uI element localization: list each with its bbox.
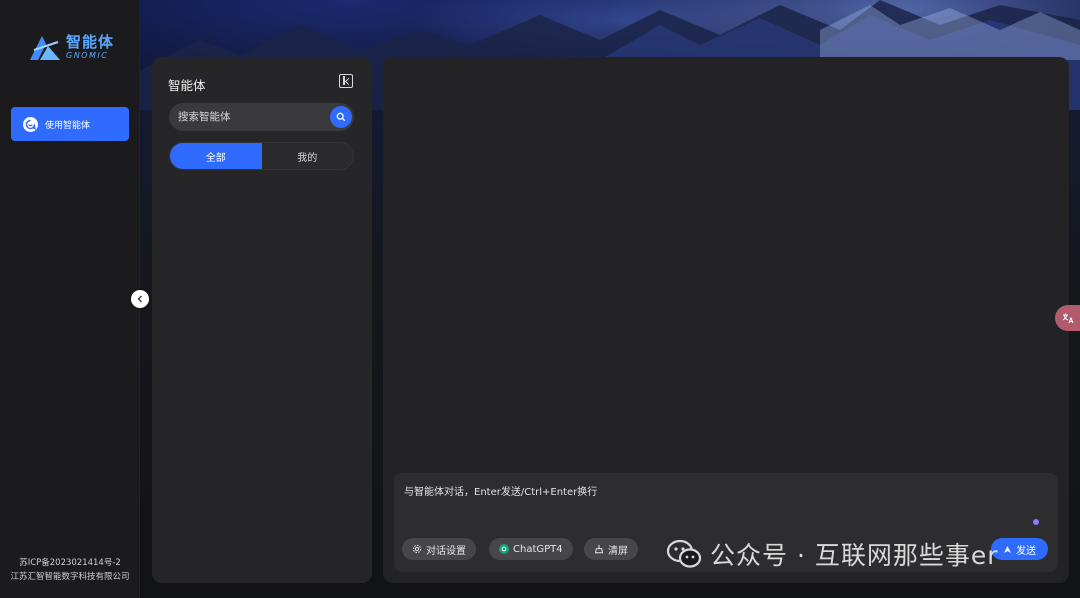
tab-all[interactable]: 全部 — [170, 143, 262, 169]
panel-collapse-icon[interactable] — [339, 74, 353, 88]
model-selector-button[interactable]: ChatGPT4 — [489, 538, 573, 560]
status-dot — [1033, 519, 1039, 525]
agent-filter-tabs: 全部 我的 — [169, 142, 354, 170]
openai-logo-icon — [499, 544, 509, 554]
left-rail: 智能体 GNOMIC 使用智能体 苏ICP备2023021414号-2 江苏汇智… — [0, 0, 140, 598]
translate-floating-button[interactable] — [1055, 305, 1080, 331]
chevron-left-icon — [137, 295, 142, 303]
wechat-icon — [666, 539, 702, 568]
brand-logo[interactable]: 智能体 GNOMIC — [28, 32, 114, 62]
company-name: 江苏汇智智能数字科技有限公司 — [10, 572, 130, 582]
broom-icon — [594, 545, 604, 554]
send-button[interactable]: 发送 — [991, 538, 1048, 560]
clear-screen-label: 清屏 — [608, 545, 628, 557]
translate-icon — [1062, 313, 1074, 324]
panel-title: 智能体 — [168, 78, 206, 93]
agent-search-box — [169, 103, 354, 131]
chat-settings-label: 对话设置 — [426, 545, 466, 557]
agent-search-input[interactable] — [169, 111, 330, 123]
gear-icon — [412, 544, 422, 554]
wechat-watermark: 公众号 · 互联网那些事er — [666, 536, 999, 572]
use-agent-nav-label: 使用智能体 — [45, 120, 91, 131]
chat-settings-button[interactable]: 对话设置 — [402, 538, 476, 560]
clear-screen-button[interactable]: 清屏 — [584, 538, 638, 560]
chat-bubble-icon — [23, 116, 38, 132]
chat-area: 对话设置 ChatGPT4 清屏 发送 — [383, 57, 1069, 583]
use-agent-nav-button[interactable]: 使用智能体 — [11, 107, 129, 141]
brand-name-cn: 智能体 — [66, 32, 115, 51]
send-icon — [1004, 545, 1011, 553]
icp-license-link[interactable]: 苏ICP备2023021414号-2 — [0, 556, 140, 570]
brand-name-en: GNOMIC — [66, 50, 109, 60]
sidebar-collapse-toggle[interactable] — [131, 290, 149, 308]
send-label: 发送 — [1016, 545, 1036, 557]
agent-list-panel: 智能体 全部 我的 — [152, 57, 372, 583]
search-icon — [336, 112, 346, 122]
message-input[interactable] — [404, 483, 1044, 513]
logo-mark-icon — [30, 36, 60, 60]
rail-footer: 苏ICP备2023021414号-2 江苏汇智智能数字科技有限公司 — [0, 556, 140, 584]
search-button[interactable] — [330, 106, 352, 128]
watermark-text: 公众号 · 互联网那些事er — [710, 541, 999, 570]
tab-mine[interactable]: 我的 — [262, 143, 354, 169]
model-label: ChatGPT4 — [513, 543, 563, 555]
